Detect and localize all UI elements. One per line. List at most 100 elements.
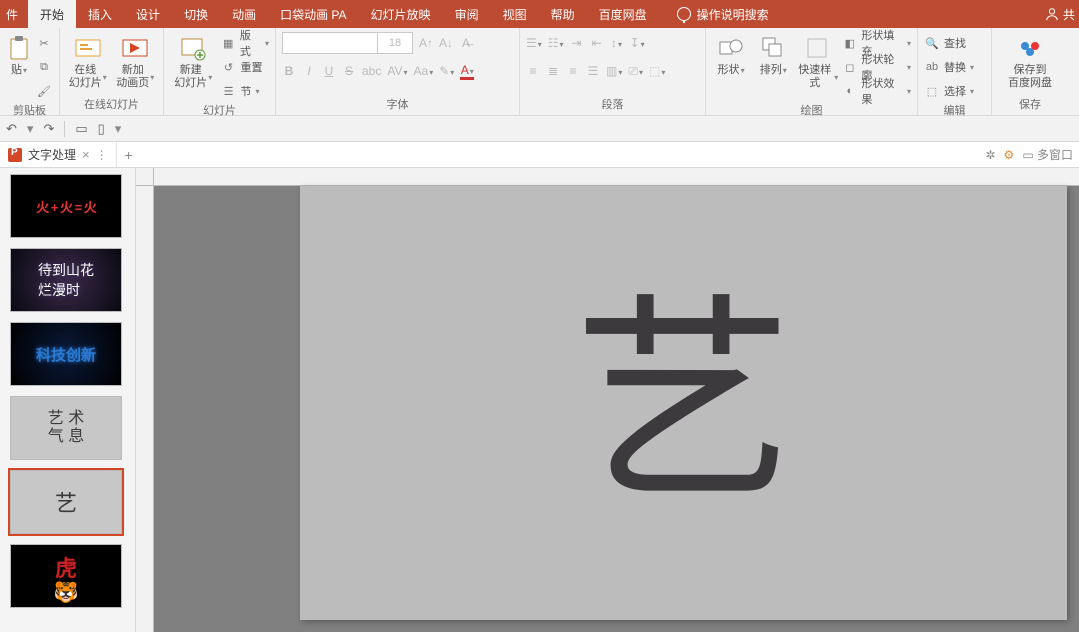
qat-more-button[interactable]: ▾ <box>115 121 122 137</box>
tab-view[interactable]: 视图 <box>491 0 539 28</box>
qat-view2-button[interactable]: ▯ <box>98 121 105 137</box>
columns-button[interactable]: ▥ <box>606 64 622 78</box>
increase-font-button[interactable]: A↑ <box>419 36 433 50</box>
group-editing-label: 编辑 <box>918 102 991 121</box>
numbering-button[interactable]: ☷ <box>548 36 564 50</box>
slide-thumb-3[interactable]: 科技创新 <box>10 322 122 386</box>
search-placeholder: 操作说明搜索 <box>697 6 769 23</box>
text-direction-button[interactable]: ↧ <box>630 36 645 50</box>
settings-icon[interactable]: ⚙ <box>1004 148 1015 162</box>
layout-button[interactable]: ▦版式▾ <box>221 32 269 54</box>
slide-thumb-1[interactable]: 火 + 火 = 火 <box>10 174 122 238</box>
close-tab-button[interactable]: × <box>82 147 90 162</box>
tab-baidu[interactable]: 百度网盘 <box>587 0 659 28</box>
workspace: 火 + 火 = 火 待到山花 烂漫时 科技创新 艺 术 气 息 艺 虎🐯 艺 <box>0 168 1079 632</box>
group-drawing-label: 绘图 <box>706 102 917 121</box>
copy-button[interactable]: ⧉ <box>36 56 52 78</box>
menu-tab-bar: 件 开始 插入 设计 切换 动画 口袋动画 PA 幻灯片放映 审阅 视图 帮助 … <box>0 0 1079 28</box>
font-size-combo[interactable]: 18 <box>377 32 413 54</box>
lightbulb-icon <box>677 7 691 21</box>
tab-insert[interactable]: 插入 <box>76 0 124 28</box>
group-slides-label: 幻灯片 <box>164 102 275 121</box>
multi-window-button[interactable]: ▭ 多窗口 <box>1022 146 1073 163</box>
new-animation-page-button[interactable]: 新加 动画页▾ <box>114 32 158 90</box>
ruler-corner <box>136 168 154 186</box>
tab-slideshow[interactable]: 幻灯片放映 <box>359 0 443 28</box>
tab-design[interactable]: 设计 <box>124 0 172 28</box>
paste-button[interactable]: 贴▾ <box>6 32 32 77</box>
strike-button[interactable]: S <box>342 64 356 78</box>
tab-options-button[interactable]: ⋮ <box>96 148 108 162</box>
change-case-button[interactable]: Aa <box>414 64 434 78</box>
tab-help[interactable]: 帮助 <box>539 0 587 28</box>
save-to-baidu-button[interactable]: 保存到 百度网盘 <box>998 32 1062 90</box>
align-center-button[interactable]: ≣ <box>546 64 560 78</box>
tab-animation[interactable]: 动画 <box>220 0 268 28</box>
slide-thumb-6[interactable]: 虎🐯 <box>10 544 122 608</box>
undo-button[interactable]: ↶ <box>6 121 17 137</box>
group-paragraph-label: 段落 <box>520 96 705 115</box>
qat-view1-button[interactable]: ▭ <box>75 121 87 137</box>
tab-transition[interactable]: 切换 <box>172 0 220 28</box>
redo-button[interactable]: ↷ <box>43 121 54 137</box>
section-button[interactable]: ☰节▾ <box>221 80 269 102</box>
indent-inc-button[interactable]: ⇥ <box>570 36 584 50</box>
bold-button[interactable]: B <box>282 64 296 78</box>
char-spacing-button[interactable]: AV <box>387 64 407 78</box>
align-text-button[interactable]: ⎚ <box>628 64 643 79</box>
cut-button[interactable]: ✂ <box>36 32 52 54</box>
decrease-font-button[interactable]: A↓ <box>439 36 453 50</box>
justify-button[interactable]: ☰ <box>586 64 600 78</box>
tab-pocket-anim[interactable]: 口袋动画 PA <box>268 0 358 28</box>
powerpoint-icon <box>8 148 22 162</box>
group-clipboard-label: 剪贴板 <box>0 102 59 121</box>
tab-file[interactable]: 件 <box>0 0 28 28</box>
document-tab-strip: 文字处理 × ⋮ + ✲ ⚙ ▭ 多窗口 <box>0 142 1079 168</box>
select-button[interactable]: ⬚选择▾ <box>924 80 974 102</box>
line-spacing-button[interactable]: ↕ <box>610 36 624 50</box>
tab-home[interactable]: 开始 <box>28 0 76 28</box>
horizontal-ruler[interactable] <box>154 168 1079 186</box>
undo-dropdown[interactable]: ▾ <box>27 121 34 137</box>
slide-glyph: 艺 <box>573 293 793 513</box>
bullets-button[interactable]: ☰ <box>526 36 542 50</box>
share-button[interactable]: 共 <box>1063 6 1075 23</box>
slide-canvas[interactable]: 艺 <box>300 186 1067 620</box>
shapes-button[interactable]: 形状▾ <box>712 32 750 77</box>
find-button[interactable]: 🔍查找 <box>924 32 974 54</box>
align-right-button[interactable]: ≡ <box>566 64 580 78</box>
arrange-button[interactable]: 排列▾ <box>754 32 792 77</box>
tell-me-search[interactable]: 操作说明搜索 <box>677 0 769 28</box>
italic-button[interactable]: I <box>302 64 316 78</box>
slide-thumb-2[interactable]: 待到山花 烂漫时 <box>10 248 122 312</box>
user-icon[interactable] <box>1045 7 1059 21</box>
format-painter-button[interactable]: 🖌 <box>36 80 52 102</box>
slide-thumb-5[interactable]: 艺 <box>10 470 122 534</box>
font-family-combo[interactable] <box>282 32 378 54</box>
slide-thumbnail-panel: 火 + 火 = 火 待到山花 烂漫时 科技创新 艺 术 气 息 艺 虎🐯 <box>0 168 136 632</box>
slide-canvas-area: 艺 <box>136 168 1079 632</box>
quick-styles-button[interactable]: 快速样式▾ <box>796 32 838 90</box>
group-baidu-label: 保存 <box>992 96 1068 115</box>
reset-button[interactable]: ↺重置 <box>221 56 269 78</box>
clear-format-button[interactable]: A̶ <box>459 36 473 50</box>
document-tab[interactable]: 文字处理 × ⋮ <box>0 142 117 167</box>
align-left-button[interactable]: ≡ <box>526 64 540 78</box>
tab-review[interactable]: 审阅 <box>443 0 491 28</box>
online-slides-button[interactable]: 在线 幻灯片▾ <box>66 32 110 90</box>
replace-button[interactable]: ab替换▾ <box>924 56 974 78</box>
new-slide-button[interactable]: 新建 幻灯片▾ <box>170 32 217 90</box>
underline-button[interactable]: U <box>322 64 336 78</box>
vertical-ruler[interactable] <box>136 186 154 632</box>
group-online-slides-label: 在线幻灯片 <box>60 96 163 115</box>
font-color-button[interactable]: A <box>460 63 474 80</box>
indent-dec-button[interactable]: ⇤ <box>590 36 604 50</box>
shadow-button[interactable]: abc <box>362 64 381 78</box>
slide-thumb-4[interactable]: 艺 术 气 息 <box>10 396 122 460</box>
options-icon[interactable]: ✲ <box>985 148 995 162</box>
ribbon: 贴▾ ✂ ⧉ 🖌 剪贴板 在线 幻灯片▾ 新加 动画页▾ 在线幻灯片 <box>0 28 1079 116</box>
smartart-button[interactable]: ⬚ <box>649 64 665 78</box>
highlight-button[interactable]: ✎ <box>439 64 454 78</box>
add-tab-button[interactable]: + <box>117 147 141 163</box>
shape-effects-button[interactable]: ◐形状效果▾ <box>842 80 911 102</box>
